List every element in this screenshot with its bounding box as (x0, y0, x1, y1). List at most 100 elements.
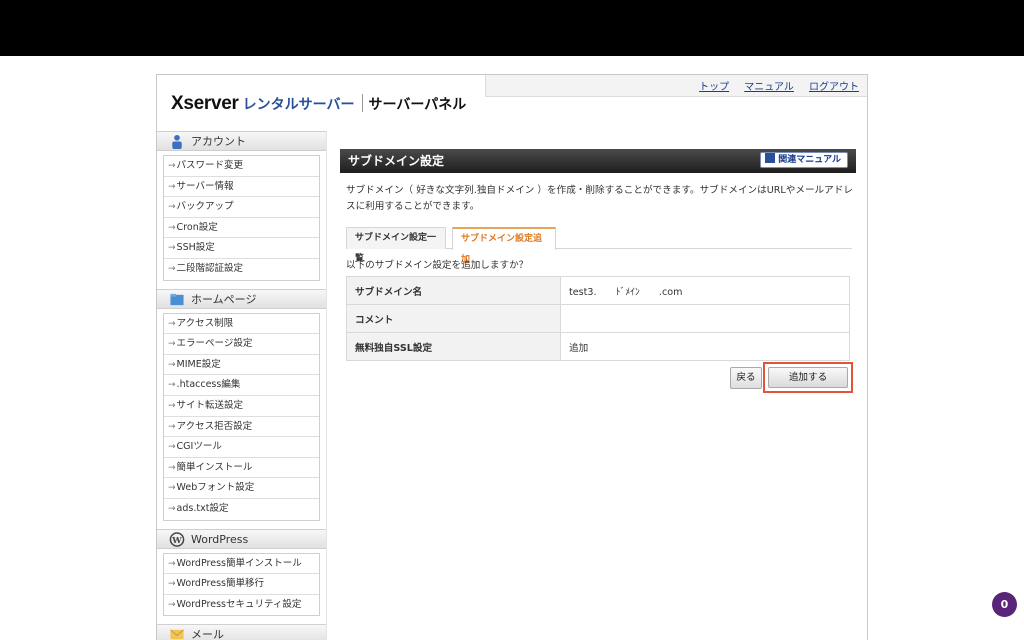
sidebar-item-backup[interactable]: →バックアップ (164, 197, 319, 218)
arrow-icon: → (168, 462, 176, 473)
sidebar-item-wp-security[interactable]: →WordPressセキュリティ設定 (164, 594, 319, 616)
arrow-icon: → (168, 599, 176, 610)
sidebar-section-title: WordPress (191, 532, 249, 546)
sidebar-item-htaccess[interactable]: →.htaccess編集 (164, 375, 319, 396)
person-icon (172, 134, 182, 149)
table-row: 無料独自SSL設定 追加 (346, 332, 850, 361)
sidebar-item-label: エラーページ設定 (176, 338, 253, 350)
add-button-highlight: 追加する (763, 362, 853, 393)
sidebar-item-label: WordPress簡単インストール (176, 557, 302, 569)
notification-badge[interactable]: 0 (992, 592, 1017, 617)
table-row: サブドメイン名 test3. ﾄﾞﾒｲﾝ .com (346, 276, 850, 305)
sidebar-item-label: .htaccess編集 (176, 379, 241, 391)
panel-header: Xserver レンタルサーバー サーバーパネル トップ マニュアル ログアウト (157, 75, 867, 131)
arrow-icon: → (168, 263, 176, 274)
sidebar-item-wp-migrate[interactable]: →WordPress簡単移行 (164, 574, 319, 595)
sidebar-item-error-page[interactable]: →エラーページ設定 (164, 334, 319, 355)
logout-link[interactable]: ログアウト (809, 82, 859, 93)
sidebar-item-label: サーバー情報 (176, 180, 234, 192)
arrow-icon: → (168, 222, 176, 233)
page-title-bar: サブドメイン設定 関連マニュアル (340, 149, 856, 173)
confirm-question: 以下のサブドメイン設定を追加しますか？ (346, 260, 529, 271)
arrow-icon: → (168, 442, 176, 453)
sidebar-item-label: Webフォント設定 (176, 482, 255, 494)
row-label: コメント (346, 304, 561, 333)
sidebar-item-label: MIME設定 (176, 358, 221, 370)
add-button[interactable]: 追加する (768, 367, 848, 388)
arrow-icon: → (168, 202, 176, 213)
sidebar-item-access-limit[interactable]: →アクセス制限 (164, 313, 319, 335)
arrow-icon: → (168, 181, 176, 192)
row-label: 無料独自SSL設定 (346, 332, 561, 361)
sidebar-item-label: パスワード変更 (176, 160, 244, 171)
back-button[interactable]: 戻る (730, 367, 762, 389)
sidebar-item-ssh[interactable]: →SSH設定 (164, 238, 319, 259)
row-label: サブドメイン名 (346, 276, 561, 305)
sidebar-item-label: SSH設定 (176, 242, 215, 254)
sidebar-item-label: 二段階認証設定 (176, 262, 244, 274)
svg-text:W: W (171, 534, 182, 544)
account-menu: →パスワード変更 →サーバー情報 →バックアップ →Cron設定 →SSH設定 … (163, 155, 320, 281)
top-black-bar (0, 0, 1024, 56)
sidebar-item-cron[interactable]: →Cron設定 (164, 217, 319, 239)
sidebar-section-title: アカウント (191, 135, 246, 148)
arrow-icon: → (168, 483, 176, 494)
wordpress-menu: →WordPress簡単インストール →WordPress簡単移行 →WordP… (163, 552, 320, 617)
server-panel-frame: Xserver レンタルサーバー サーバーパネル トップ マニュアル ログアウト ア… (156, 74, 868, 640)
related-manual-label: 関連マニュアル (778, 155, 841, 165)
sidebar-section-title: メール (191, 628, 224, 640)
sidebar-item-web-font[interactable]: →Webフォント設定 (164, 478, 319, 499)
sidebar-section-mail: メール (157, 624, 326, 640)
sidebar-item-wp-install[interactable]: →WordPress簡単インストール (164, 553, 319, 575)
tab-subdomain-list[interactable]: サブドメイン設定一覧 (346, 227, 446, 264)
folder-icon (170, 293, 184, 305)
tab-bar: サブドメイン設定一覧 サブドメイン設定追加 (346, 227, 852, 265)
homepage-menu: →アクセス制限 →エラーページ設定 →MIME設定 →.htaccess編集 →… (163, 312, 320, 521)
manual-link[interactable]: マニュアル (744, 82, 794, 93)
sidebar-item-mime[interactable]: →MIME設定 (164, 354, 319, 376)
arrow-icon: → (168, 359, 176, 370)
sidebar-section-homepage: ホームページ (157, 288, 326, 309)
related-manual-button[interactable]: 関連マニュアル (760, 152, 848, 168)
sidebar-item-ads-txt[interactable]: →ads.txt設定 (164, 498, 319, 520)
sidebar-item-easy-install[interactable]: →簡単インストール (164, 457, 319, 479)
sidebar-item-label: WordPress簡単移行 (176, 578, 264, 590)
sidebar-item-server-info[interactable]: →サーバー情報 (164, 176, 319, 198)
tab-subdomain-add[interactable]: サブドメイン設定追加 (452, 227, 556, 265)
arrow-icon: → (168, 421, 176, 432)
logo-rental: レンタルサーバー (242, 96, 355, 112)
sidebar-item-password[interactable]: →パスワード変更 (164, 156, 319, 177)
arrow-icon: → (168, 380, 176, 391)
top-link[interactable]: トップ (699, 82, 729, 93)
arrow-icon: → (168, 161, 176, 171)
sidebar-item-label: アクセス制限 (176, 317, 234, 329)
arrow-icon: → (168, 579, 176, 590)
sidebar: アカウント →パスワード変更 →サーバー情報 →バックアップ →Cron設定 →… (157, 131, 327, 640)
sidebar-section-title: ホームページ (191, 292, 257, 306)
sidebar-section-account: アカウント (157, 131, 326, 151)
arrow-icon: → (168, 318, 176, 329)
logo-brand: Xserver (171, 93, 239, 114)
sidebar-item-label: アクセス拒否設定 (176, 420, 253, 432)
logo-panel: サーバーパネル (368, 96, 467, 112)
sidebar-item-site-redirect[interactable]: →サイト転送設定 (164, 395, 319, 417)
sidebar-item-access-deny[interactable]: →アクセス拒否設定 (164, 416, 319, 438)
row-value: 追加 (560, 332, 850, 361)
xserver-logo[interactable]: Xserver レンタルサーバー サーバーパネル (171, 93, 466, 115)
header-links: トップ マニュアル ログアウト (485, 75, 867, 97)
sidebar-item-label: 簡単インストール (176, 461, 253, 473)
sidebar-section-wordpress: W WordPress (157, 528, 326, 549)
sidebar-item-label: CGIツール (176, 441, 222, 453)
table-row: コメント (346, 304, 850, 333)
book-icon (765, 153, 776, 163)
sidebar-item-label: ads.txt設定 (176, 502, 229, 514)
sidebar-item-cgi-tools[interactable]: →CGIツール (164, 437, 319, 458)
sidebar-item-2fa[interactable]: →二段階認証設定 (164, 258, 319, 280)
logo-separator (361, 94, 363, 112)
arrow-icon: → (168, 503, 176, 514)
mail-icon (170, 629, 184, 640)
arrow-icon: → (168, 339, 176, 350)
sidebar-item-label: サイト転送設定 (176, 399, 244, 411)
row-value: test3. ﾄﾞﾒｲﾝ .com (560, 276, 850, 305)
row-value (560, 304, 850, 333)
